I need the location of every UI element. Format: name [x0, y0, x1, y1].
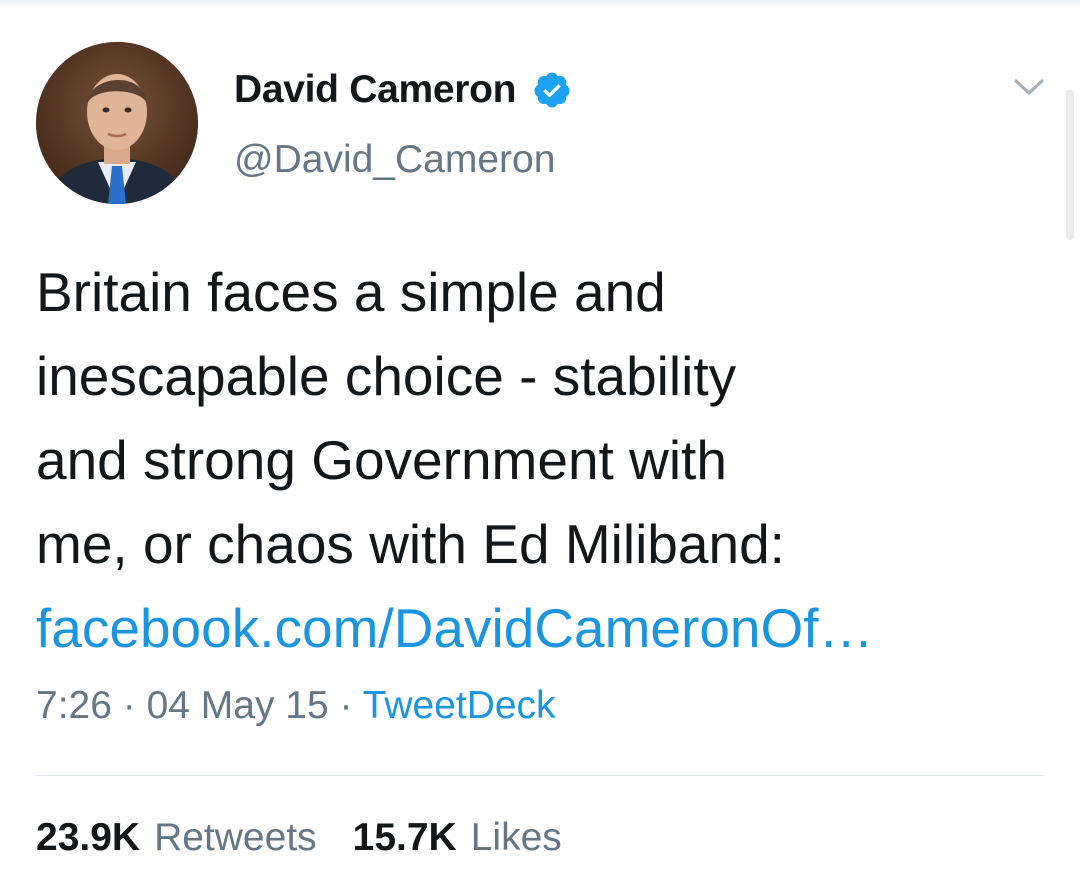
retweets-label: Retweets: [154, 816, 317, 859]
tweet-text: Britain faces a simple and inescapable c…: [36, 250, 1046, 670]
retweets-count: 23.9K: [36, 816, 141, 859]
meta-separator: ·: [339, 684, 363, 727]
tweet-link[interactable]: facebook.com/DavidCameronOf…: [36, 586, 1046, 670]
chevron-down-icon[interactable]: [1012, 72, 1046, 102]
retweets-stat[interactable]: 23.9K Retweets: [36, 816, 317, 860]
meta-separator: ·: [122, 684, 147, 727]
tweet-source-link[interactable]: TweetDeck: [363, 684, 556, 727]
likes-stat[interactable]: 15.7K Likes: [353, 816, 562, 860]
scrollbar[interactable]: [1066, 90, 1074, 240]
likes-count: 15.7K: [352, 816, 457, 859]
avatar[interactable]: [36, 42, 198, 204]
author-name-row[interactable]: David Cameron: [234, 64, 572, 116]
tweet-date: 04 May 15: [146, 684, 329, 727]
tweet-text-line: me, or chaos with Ed Miliband:: [36, 513, 785, 575]
author-display-name[interactable]: David Cameron: [234, 68, 516, 112]
tweet-metadata: 7:26 · 04 May 15 · TweetDeck: [36, 684, 556, 728]
author-handle[interactable]: @David_Cameron: [234, 138, 555, 182]
tweet-stats: 23.9K Retweets 15.7K Likes: [36, 816, 598, 860]
top-divider: [0, 0, 1080, 8]
verified-badge-icon: [532, 70, 572, 110]
avatar-portrait: [36, 42, 198, 204]
tweet-text-line: inescapable choice - stability: [36, 345, 737, 407]
tweet-text-line: Britain faces a simple and: [36, 261, 666, 323]
tweet-text-line: and strong Government with: [36, 429, 727, 491]
stats-divider: [36, 775, 1044, 776]
tweet-time: 7:26: [36, 684, 112, 727]
likes-label: Likes: [470, 816, 562, 859]
